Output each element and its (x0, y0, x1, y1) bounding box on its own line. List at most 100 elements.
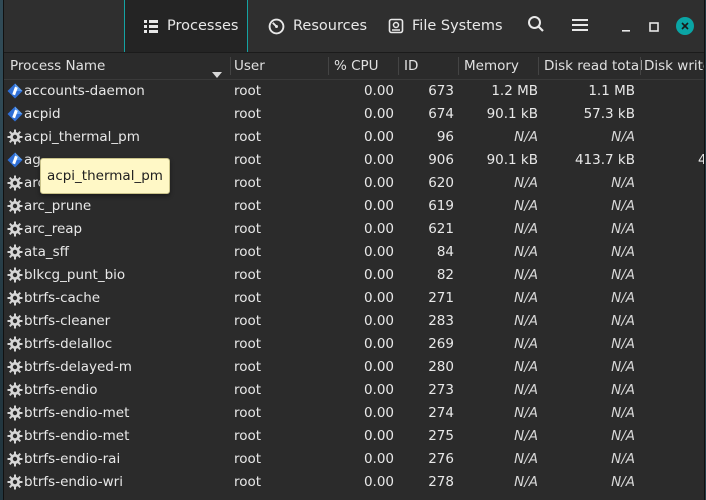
process-disk-write (698, 310, 704, 333)
table-row[interactable]: btrfs-delalloc root 0.00 269 N/A N/A (4, 333, 704, 356)
process-user: root (234, 106, 262, 122)
process-memory: 90.1 kB (486, 152, 538, 168)
tab-label: Processes (167, 18, 239, 34)
app-icon (7, 83, 23, 99)
process-user: root (234, 382, 262, 398)
process-memory: N/A (514, 382, 538, 398)
process-disk-write: 4 (698, 152, 704, 168)
column-cpu[interactable]: % CPU (334, 53, 394, 79)
process-disk-read: 1.1 MB (588, 83, 635, 99)
column-memory[interactable]: Memory (464, 53, 538, 79)
table-row[interactable]: acpid root 0.00 674 90.1 kB 57.3 kB (4, 103, 704, 126)
column-separator[interactable] (458, 57, 459, 75)
tab-label: Resources (293, 18, 368, 34)
process-disk-write (698, 195, 704, 218)
table-row[interactable]: btrfs-endio-met root 0.00 274 N/A N/A (4, 402, 704, 425)
process-name: btrfs-endio-met (24, 428, 130, 444)
column-id[interactable]: ID (404, 53, 454, 79)
process-cpu: 0.00 (363, 336, 394, 352)
column-label: ID (404, 58, 419, 74)
process-cpu: 0.00 (363, 382, 394, 398)
process-disk-write (698, 425, 704, 448)
process-id: 84 (436, 244, 454, 260)
table-row[interactable]: btrfs-endio-wri root 0.00 278 N/A N/A (4, 471, 704, 494)
process-disk-write (698, 126, 704, 149)
process-user: root (234, 175, 262, 191)
tab-resources[interactable]: Resources (268, 0, 367, 52)
process-id: 82 (436, 267, 454, 283)
process-disk-read: N/A (611, 244, 635, 260)
table-row[interactable]: acpi_thermal_pm root 0.00 96 N/A N/A (4, 126, 704, 149)
header-bar: Processes Resources File Systems (4, 0, 704, 53)
table-row[interactable]: btrfs-endio root 0.00 273 N/A N/A (4, 379, 704, 402)
process-cpu: 0.00 (363, 451, 394, 467)
process-user: root (234, 405, 262, 421)
table-row[interactable]: arc_prune root 0.00 619 N/A N/A (4, 195, 704, 218)
process-name: acpid (24, 106, 61, 122)
process-user: root (234, 451, 262, 467)
search-button[interactable] (524, 14, 548, 38)
column-header-row: Process Name User % CPU ID Memory Disk r… (4, 53, 704, 80)
column-user[interactable]: User (234, 53, 324, 79)
process-cpu: 0.00 (363, 267, 394, 283)
process-memory: N/A (514, 175, 538, 191)
table-row[interactable]: btrfs-delayed-m root 0.00 280 N/A N/A (4, 356, 704, 379)
process-name: arc_prune (24, 198, 92, 214)
tooltip-text: acpi_thermal_pm (47, 168, 163, 184)
table-row[interactable]: btrfs-endio-met root 0.00 275 N/A N/A (4, 425, 704, 448)
column-separator[interactable] (640, 57, 641, 75)
column-disk-read-total[interactable]: Disk read total (544, 53, 642, 79)
column-separator[interactable] (230, 57, 231, 75)
minimize-button[interactable] (614, 14, 638, 38)
column-process-name[interactable]: Process Name (10, 53, 228, 79)
process-name: acpi_thermal_pm (24, 129, 140, 145)
process-memory: N/A (514, 290, 538, 306)
process-memory: N/A (514, 198, 538, 214)
process-disk-write (698, 333, 704, 356)
column-separator[interactable] (398, 57, 399, 75)
process-cpu: 0.00 (363, 290, 394, 306)
maximize-icon (649, 17, 659, 36)
column-separator[interactable] (328, 57, 329, 75)
table-row[interactable]: ata_sff root 0.00 84 N/A N/A (4, 241, 704, 264)
hamburger-icon (572, 17, 588, 36)
process-user: root (234, 474, 262, 490)
column-separator[interactable] (538, 57, 539, 75)
table-row[interactable]: btrfs-cache root 0.00 271 N/A N/A (4, 287, 704, 310)
maximize-button[interactable] (642, 14, 666, 38)
column-disk-write[interactable]: Disk write (644, 53, 704, 79)
process-id: 283 (428, 313, 454, 329)
process-disk-write (698, 356, 704, 379)
gear-icon (7, 336, 23, 352)
process-disk-write (698, 80, 704, 103)
process-id: 276 (428, 451, 454, 467)
close-button[interactable] (673, 14, 697, 38)
tooltip: acpi_thermal_pm (40, 158, 170, 194)
process-cpu: 0.00 (363, 198, 394, 214)
disk-icon (388, 18, 404, 34)
process-cpu: 0.00 (363, 221, 394, 237)
table-row[interactable]: btrfs-cleaner root 0.00 283 N/A N/A (4, 310, 704, 333)
process-user: root (234, 83, 262, 99)
process-disk-write (698, 448, 704, 471)
process-id: 620 (428, 175, 454, 191)
process-disk-read: N/A (611, 359, 635, 375)
process-cpu: 0.00 (363, 129, 394, 145)
table-row[interactable]: arc_reap root 0.00 621 N/A N/A (4, 218, 704, 241)
column-label: Process Name (10, 58, 106, 74)
table-row[interactable]: accounts-daemon root 0.00 673 1.2 MB 1.1 MB (4, 80, 704, 103)
table-row[interactable]: blkcg_punt_bio root 0.00 82 N/A N/A (4, 264, 704, 287)
table-row[interactable]: btrfs-endio-rai root 0.00 276 N/A N/A (4, 448, 704, 471)
process-user: root (234, 244, 262, 260)
process-disk-write (698, 264, 704, 287)
process-user: root (234, 336, 262, 352)
process-memory: N/A (514, 428, 538, 444)
tab-processes[interactable]: Processes (124, 0, 248, 52)
process-disk-read: N/A (611, 198, 635, 214)
process-id: 674 (428, 106, 454, 122)
process-name: accounts-daemon (24, 83, 145, 99)
process-name: btrfs-cache (24, 290, 101, 306)
tab-file-systems[interactable]: File Systems (388, 0, 503, 52)
process-id: 271 (428, 290, 454, 306)
menu-button[interactable] (568, 14, 592, 38)
